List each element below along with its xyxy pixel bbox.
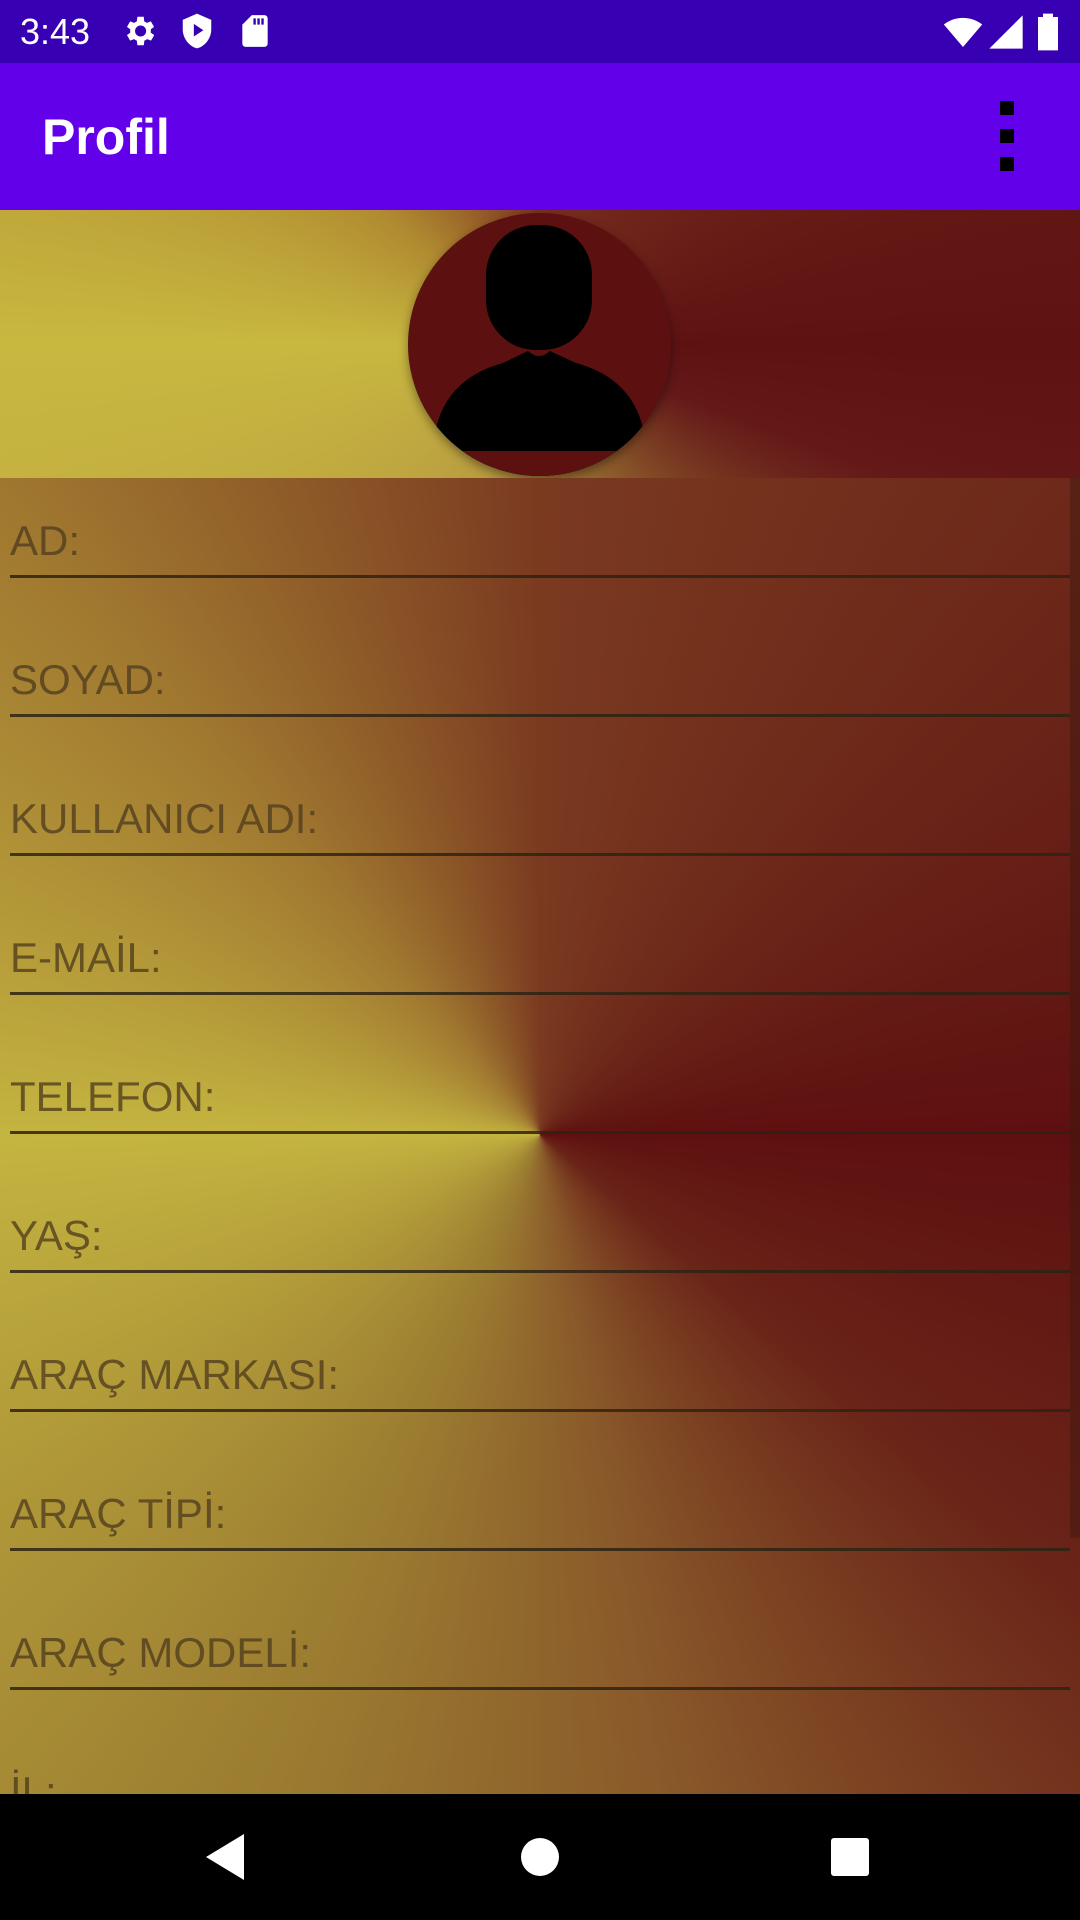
field-label: İL: [10,1768,57,1794]
field-email[interactable]: E-MAİL: [10,895,1070,995]
field-kullanici-adi[interactable]: KULLANICI ADI: [10,756,1070,856]
field-arac-markasi[interactable]: ARAÇ MARKASI: [10,1312,1070,1412]
screen: 3:43 Profil AD: SOYAD: KULLANICI ADI: E-… [0,0,1080,1920]
field-underline [10,1548,1070,1551]
field-label: ARAÇ MODELİ: [10,1629,312,1676]
field-arac-tipi[interactable]: ARAÇ TİPİ: [10,1451,1070,1551]
avatar[interactable] [408,213,671,476]
field-il[interactable]: İL: [10,1729,1070,1794]
field-label: E-MAİL: [10,934,162,981]
navigation-bar [0,1794,1080,1920]
field-underline [10,575,1070,578]
field-label: AD: [10,517,81,564]
field-ad[interactable]: AD: [10,478,1070,578]
menu-dot [1000,157,1014,171]
profile-form[interactable]: AD: SOYAD: KULLANICI ADI: E-MAİL: TELEFO… [0,478,1080,1794]
field-underline [10,1131,1070,1134]
recents-square-icon[interactable] [817,1824,883,1890]
menu-dot [1000,129,1014,143]
battery-icon [1038,13,1058,51]
profile-header [0,210,1080,478]
app-bar: Profil [0,63,1080,210]
back-triangle-icon[interactable] [192,1824,258,1890]
page-title: Profil [42,109,170,165]
field-label: YAŞ: [10,1212,103,1259]
field-label: ARAÇ TİPİ: [10,1490,227,1537]
field-underline [10,1270,1070,1273]
play-shield-icon [182,13,212,49]
person-silhouette-icon [428,225,651,476]
field-underline [10,853,1070,856]
field-label: KULLANICI ADI: [10,795,319,842]
field-arac-modeli[interactable]: ARAÇ MODELİ: [10,1590,1070,1690]
wifi-icon [943,17,983,47]
field-label: TELEFON: [10,1073,216,1120]
sd-card-icon [242,15,268,47]
home-circle-icon[interactable] [507,1824,573,1890]
more-vert-icon[interactable] [980,93,1032,177]
field-underline [10,1687,1070,1690]
menu-dot [1000,101,1014,115]
field-label: ARAÇ MARKASI: [10,1351,340,1398]
field-yas[interactable]: YAŞ: [10,1173,1070,1273]
status-bar: 3:43 [0,0,1080,63]
field-telefon[interactable]: TELEFON: [10,1034,1070,1134]
scrollbar[interactable] [1070,478,1080,1538]
cellular-signal-icon [989,15,1023,49]
field-label: SOYAD: [10,656,166,703]
field-soyad[interactable]: SOYAD: [10,617,1070,717]
gear-icon [126,16,155,46]
field-underline [10,992,1070,995]
field-underline [10,714,1070,717]
field-underline [10,1409,1070,1412]
status-time: 3:43 [20,11,91,52]
